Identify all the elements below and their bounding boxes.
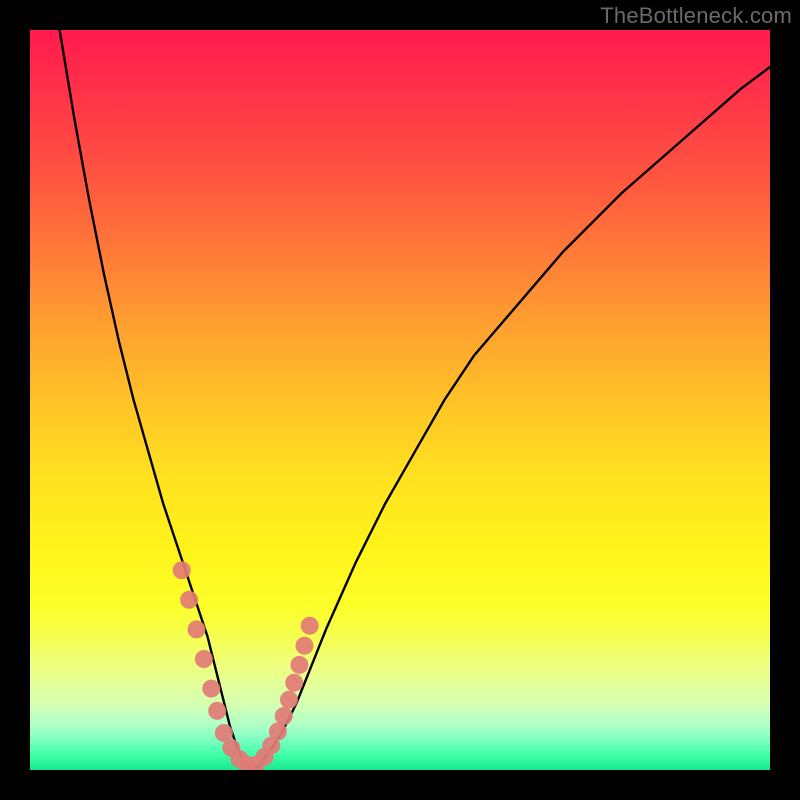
marker-dot [285, 674, 303, 692]
marker-dot [188, 620, 206, 638]
marker-dot [301, 617, 319, 635]
plot-area [30, 30, 770, 770]
chart-frame: TheBottleneck.com [0, 0, 800, 800]
marker-dot [173, 561, 191, 579]
curve-layer [60, 30, 770, 770]
marker-dot [290, 656, 308, 674]
marker-dot [195, 650, 213, 668]
marker-dot [280, 691, 298, 709]
chart-svg [30, 30, 770, 770]
marker-dot [275, 707, 293, 725]
bottleneck-curve [60, 30, 770, 770]
marker-dot [269, 723, 287, 741]
marker-dot [202, 680, 220, 698]
marker-dot [296, 637, 314, 655]
marker-dot [208, 702, 226, 720]
highlight-markers [173, 561, 319, 770]
marker-dot [180, 591, 198, 609]
watermark-text: TheBottleneck.com [600, 3, 792, 29]
